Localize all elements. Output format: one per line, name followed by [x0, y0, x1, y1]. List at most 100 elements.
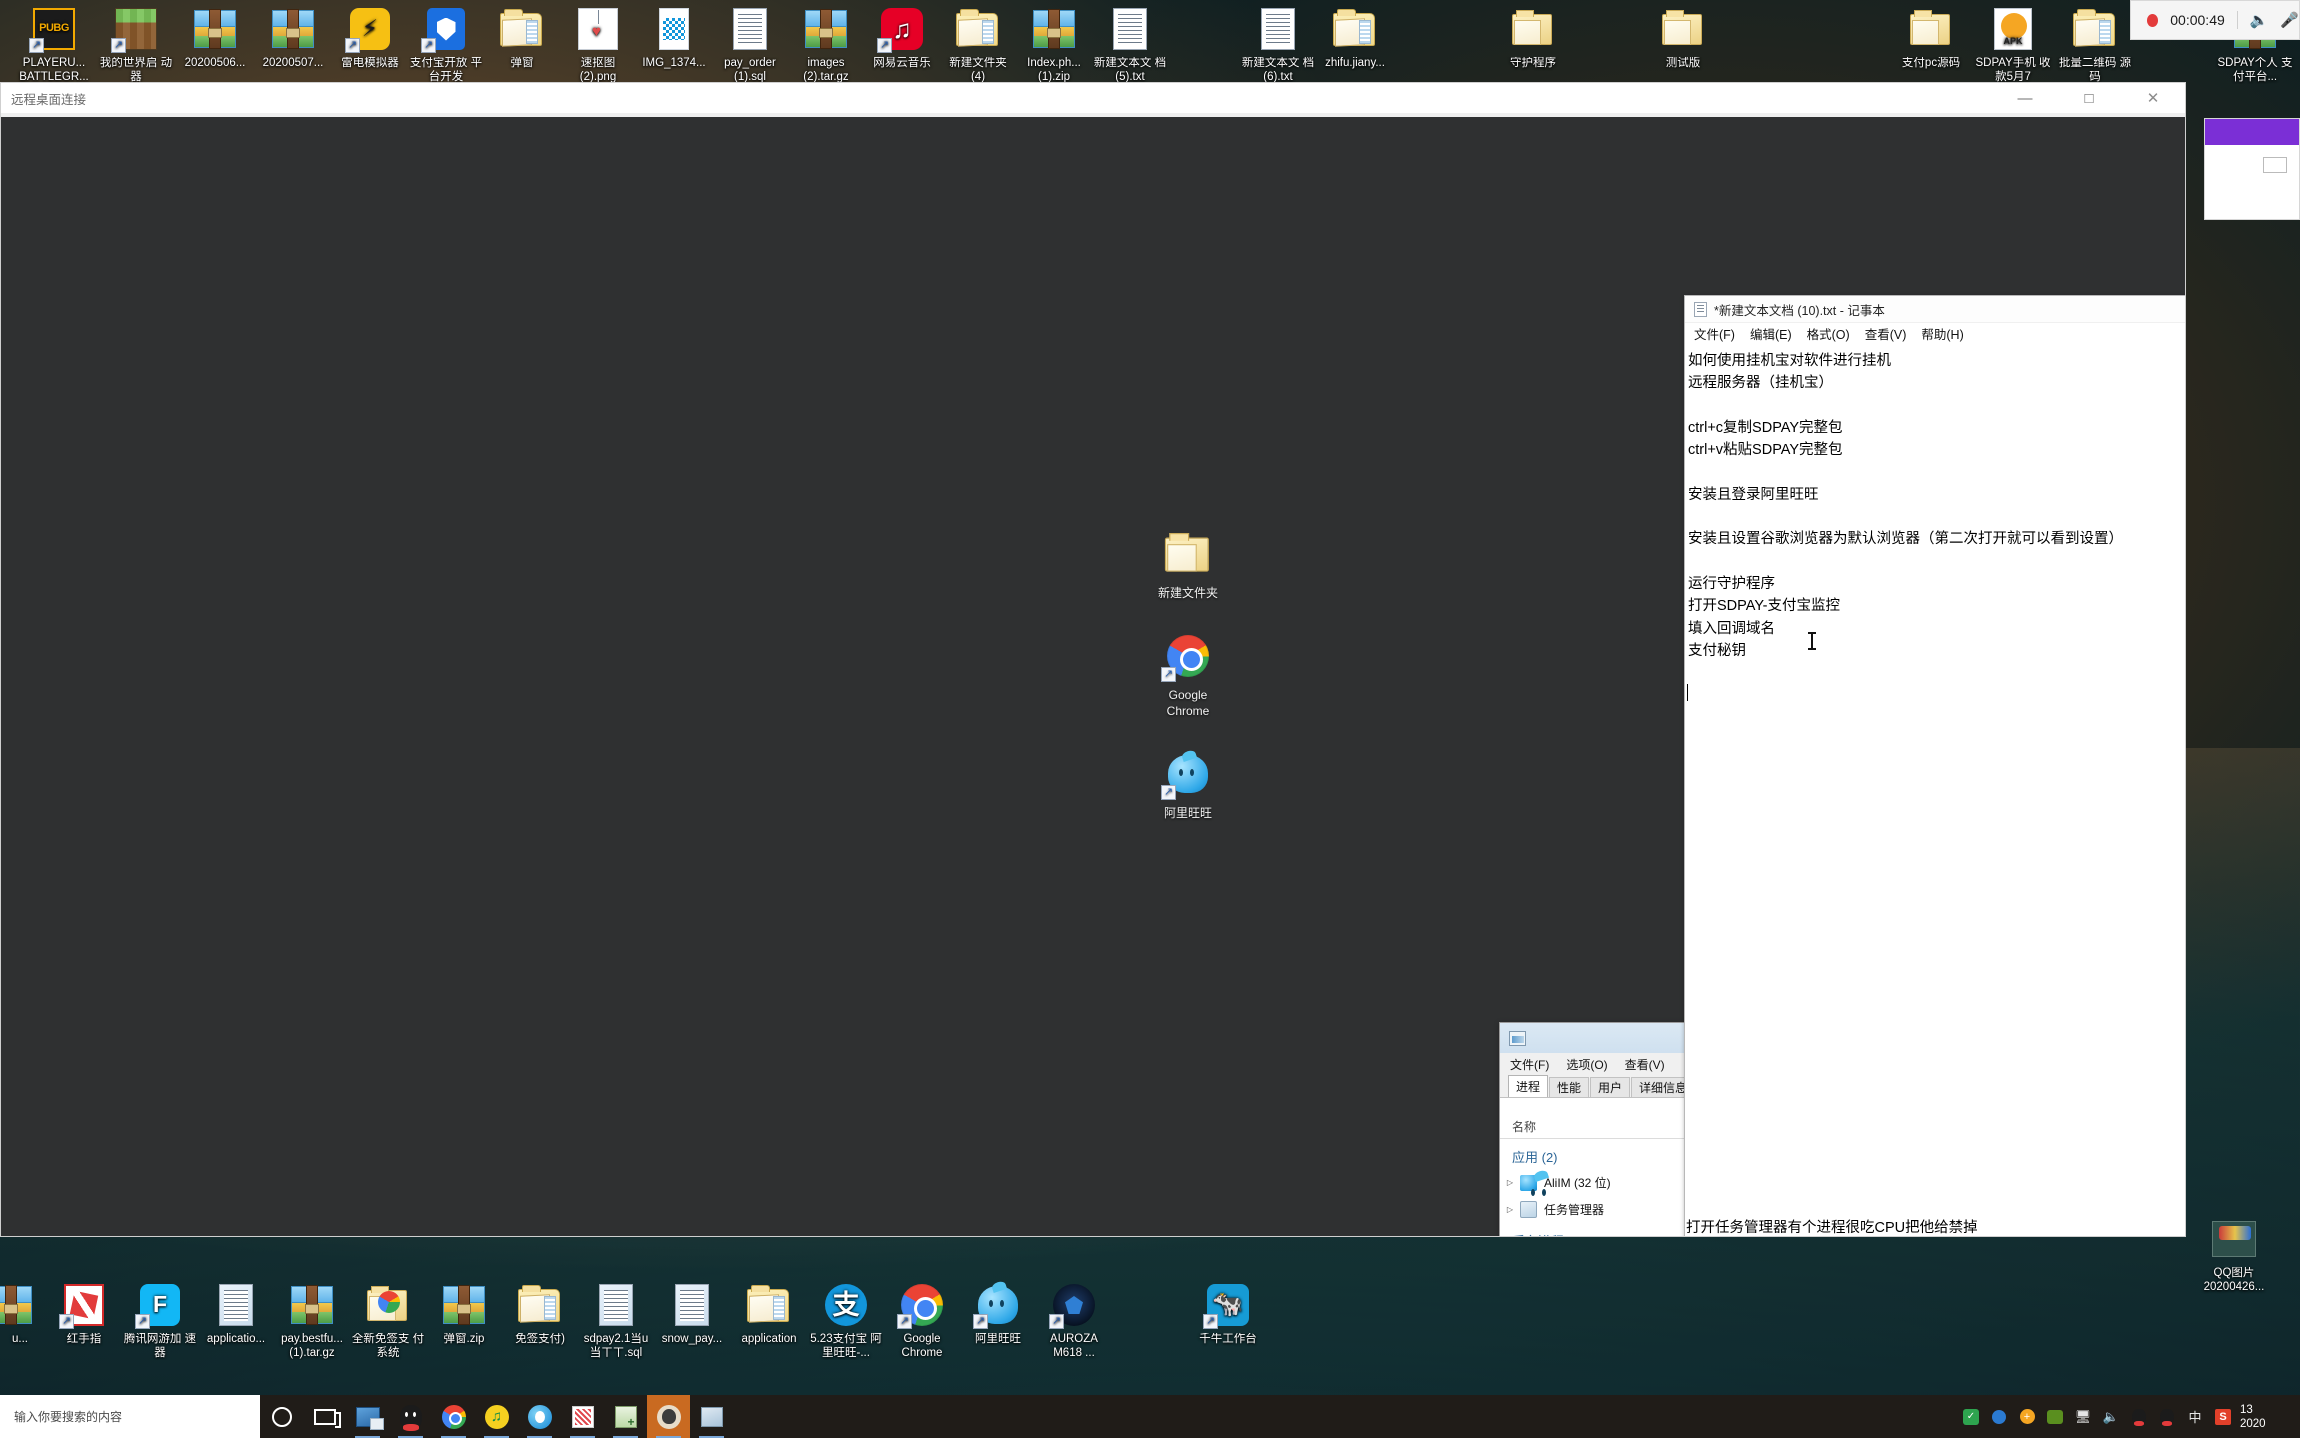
- desktop-icon-sdpay21-sql[interactable]: sdpay2.1当u 当ㄒㄒ.sql: [578, 1282, 654, 1360]
- screen-recorder-toolbar[interactable]: 00:00:49 🔈 🎤: [2130, 0, 2300, 40]
- taskbar-notepad-icon[interactable]: [690, 1395, 733, 1438]
- desktop-icon-20200507[interactable]: 20200507...: [254, 6, 332, 84]
- menu-options[interactable]: 选项(O): [1566, 1056, 1607, 1073]
- desktop-icon-pay-bestfu[interactable]: pay.bestfu... (1).tar.gz: [274, 1282, 350, 1360]
- taskbar[interactable]: 输入你要搜索的内容 ♫ ✓ + 🖥 🔈 中 S: [0, 1395, 2300, 1438]
- taskbar-task-view-icon[interactable]: [303, 1395, 346, 1438]
- desktop-icon-txt-5[interactable]: 新建文本文 档 (5).txt: [1092, 6, 1168, 84]
- desktop-icon-hongshouzhi[interactable]: 红手指: [46, 1282, 122, 1360]
- taskbar-chrome-icon[interactable]: [432, 1395, 475, 1438]
- desktop-icon-ceshiban[interactable]: 测试版: [1644, 6, 1722, 84]
- clock[interactable]: 13 2020: [2240, 1403, 2300, 1431]
- remote-icon-new-folder[interactable]: 新建文件夹: [1133, 529, 1243, 601]
- desktop-icon-20200506[interactable]: 20200506...: [176, 6, 254, 84]
- menu-help[interactable]: 帮助(H): [1921, 324, 1963, 343]
- qq-tray-icon-2[interactable]: [2158, 1408, 2176, 1426]
- alipay-open-platform-icon: [421, 6, 469, 53]
- desktop-icon-pay-order-sql[interactable]: pay_order (1).sql: [712, 6, 788, 84]
- menu-format[interactable]: 格式(O): [1807, 324, 1850, 343]
- menu-view[interactable]: 查看(V): [1625, 1056, 1665, 1073]
- notepad-titlebar[interactable]: *新建文本文档 (10).txt - 记事本: [1685, 296, 2185, 323]
- desktop-icon-application-folder[interactable]: application: [730, 1282, 808, 1360]
- tab-performance[interactable]: 性能: [1549, 1077, 1590, 1097]
- expand-chevron-icon[interactable]: ▷: [1500, 1205, 1520, 1214]
- desktop-icon-new-folder-4[interactable]: 新建文件夹 (4): [940, 6, 1016, 84]
- desktop-icon-aliwangwang[interactable]: 阿里旺旺: [960, 1282, 1036, 1360]
- taskbar-cortana-icon[interactable]: [260, 1395, 303, 1438]
- desktop-icon-label: 20200506...: [184, 57, 246, 69]
- desktop-icon-img1374[interactable]: IMG_1374...: [636, 6, 712, 84]
- media-icon[interactable]: [1990, 1408, 2008, 1426]
- desktop-icon-mianqian-zhifu[interactable]: 免签支付): [502, 1282, 578, 1360]
- desktop-icon-ldplayer[interactable]: 雷电模拟器: [332, 6, 408, 84]
- shield-check-icon[interactable]: ✓: [1962, 1408, 1980, 1426]
- tab-users[interactable]: 用户: [1590, 1077, 1631, 1097]
- desktop-icon-tanchuang[interactable]: 弹窗: [484, 6, 560, 84]
- desktop-icon-qianniu[interactable]: 🐄 千牛工作台: [1190, 1282, 1266, 1360]
- nvidia-icon[interactable]: [2046, 1408, 2064, 1426]
- remote-icon-label: 阿里旺旺: [1163, 806, 1212, 820]
- desktop-icon-indexphp-zip[interactable]: Index.ph... (1).zip: [1016, 6, 1092, 84]
- desktop-icon-tencent-accelerator[interactable]: F 腾讯网游加 速器: [122, 1282, 198, 1360]
- remote-desktop-titlebar[interactable]: 远程桌面连接 — □ ✕: [1, 83, 2185, 113]
- notepad-text-area[interactable]: 如何使用挂机宝对软件进行挂机 远程服务器（挂机宝） ctrl+c复制SDPAY完…: [1685, 344, 2185, 1236]
- menu-file[interactable]: 文件(F): [1510, 1056, 1549, 1073]
- desktop-icon-google-chrome[interactable]: Google Chrome: [884, 1282, 960, 1360]
- desktop-icon-sdpay-apk[interactable]: APK SDPAY手机 收款5月7: [1972, 6, 2054, 84]
- desktop-icon-new-payment-system[interactable]: 全新免签支 付系统: [350, 1282, 426, 1360]
- remote-icon-chrome[interactable]: Google Chrome: [1133, 631, 1243, 719]
- remote-desktop-window[interactable]: 远程桌面连接 — □ ✕ 新建文件夹 Google Chrome 阿里旺: [0, 82, 2186, 1237]
- notepad-window[interactable]: *新建文本文档 (10).txt - 记事本 文件(F) 编辑(E) 格式(O)…: [1684, 295, 2185, 1236]
- taskbar-red-envelope-icon[interactable]: [561, 1395, 604, 1438]
- close-button[interactable]: ✕: [2121, 83, 2185, 113]
- desktop-icon-images-targz[interactable]: images (2).tar.gz: [788, 6, 864, 84]
- desktop-icon-qq-image[interactable]: QQ图片 20200426...: [2188, 1216, 2280, 1294]
- taskbar-user-avatar-icon[interactable]: [647, 1395, 690, 1438]
- microphone-muted-icon[interactable]: 🎤: [2280, 11, 2299, 29]
- taskbar-qq-icon[interactable]: [389, 1395, 432, 1438]
- desktop-icon-tanchuang-zip[interactable]: 弹窗.zip: [426, 1282, 502, 1360]
- host-desktop[interactable]: PUBG PLAYERU... BATTLEGR... 我的世界启 动器 202…: [0, 0, 2300, 1438]
- desktop-icon-batch-qr-source[interactable]: 批量二维码 源码: [2054, 6, 2136, 84]
- maximize-button[interactable]: □: [2057, 83, 2121, 113]
- sogou-icon[interactable]: S: [2214, 1408, 2232, 1426]
- taskbar-netease-music-icon[interactable]: ♫: [475, 1395, 518, 1438]
- menu-edit[interactable]: 编辑(E): [1750, 324, 1792, 343]
- taskbar-notepadpp-icon[interactable]: [604, 1395, 647, 1438]
- ime-chinese-icon[interactable]: 中: [2186, 1408, 2204, 1426]
- minimize-button[interactable]: —: [1993, 83, 2057, 113]
- remote-desktop-surface[interactable]: 新建文件夹 Google Chrome 阿里旺旺 文件(F) 选项: [1, 117, 2185, 1236]
- taskbar-360-browser-icon[interactable]: [518, 1395, 561, 1438]
- taskbar-remote-desktop-icon[interactable]: [346, 1395, 389, 1438]
- desktop-icon-shouhu-chengxu[interactable]: 守护程序: [1494, 6, 1572, 84]
- desktop-icon-pubg[interactable]: PUBG PLAYERU... BATTLEGR...: [12, 6, 96, 84]
- desktop-icon-auroza[interactable]: AUROZA M618 ...: [1036, 1282, 1112, 1360]
- menu-file[interactable]: 文件(F): [1694, 324, 1735, 343]
- system-tray[interactable]: ✓ + 🖥 🔈 中 S: [1962, 1395, 2240, 1438]
- desktop-icon-txt-6[interactable]: 新建文本文 档 (6).txt: [1240, 6, 1316, 84]
- search-input[interactable]: 输入你要搜索的内容: [0, 1395, 260, 1438]
- desktop-icon-zhifu-pc-source[interactable]: 支付pc源码: [1890, 6, 1972, 84]
- desktop-icon-label: Index.ph... (1).zip: [1027, 57, 1081, 83]
- plus-circle-icon[interactable]: +: [2018, 1408, 2036, 1426]
- desktop-icon-label: 新建文本文 档 (5).txt: [1093, 57, 1167, 83]
- remote-icon-aliwangwang[interactable]: 阿里旺旺: [1133, 749, 1243, 821]
- volume-icon[interactable]: 🔈: [2102, 1408, 2120, 1426]
- notepad-menubar[interactable]: 文件(F) 编辑(E) 格式(O) 查看(V) 帮助(H): [1685, 323, 2185, 344]
- desktop-icon-netease-music[interactable]: ♫ 网易云音乐: [864, 6, 940, 84]
- qq-tray-icon[interactable]: [2130, 1408, 2148, 1426]
- desktop-icon-minecraft[interactable]: 我的世界启 动器: [96, 6, 176, 84]
- expand-chevron-icon[interactable]: ▷: [1500, 1178, 1520, 1187]
- desktop-icon-snow-pay[interactable]: snow_pay...: [654, 1282, 730, 1360]
- desktop-icon-alipay-open-platform[interactable]: 支付宝开放 平台开发: [408, 6, 484, 84]
- speaker-icon[interactable]: 🔈: [2250, 11, 2269, 29]
- background-window-partial[interactable]: [2204, 118, 2300, 220]
- desktop-icon-sukoutu[interactable]: 速抠图 (2).png: [560, 6, 636, 84]
- tab-processes[interactable]: 进程: [1508, 1075, 1549, 1097]
- desktop-icon-zhifu-jiany[interactable]: zhifu.jiany...: [1316, 6, 1394, 84]
- menu-view[interactable]: 查看(V): [1865, 324, 1907, 343]
- desktop-icon-alipay-aliwangwang[interactable]: 支 5.23支付宝 阿里旺旺-...: [808, 1282, 884, 1360]
- network-icon[interactable]: 🖥: [2074, 1408, 2092, 1426]
- desktop-icon-application-sql[interactable]: applicatio...: [198, 1282, 274, 1360]
- desktop-icon-u-archive[interactable]: u...: [0, 1282, 46, 1360]
